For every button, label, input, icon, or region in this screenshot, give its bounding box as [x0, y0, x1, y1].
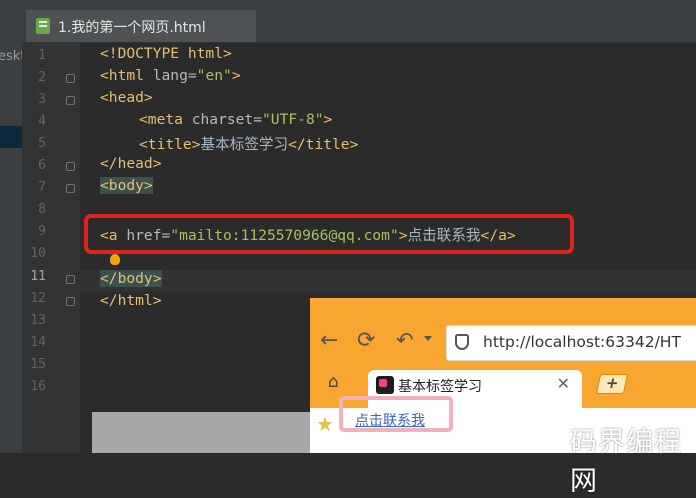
line-number: 1 [38, 48, 46, 63]
attribute-value: "UTF-8" [262, 111, 324, 128]
bookmark-star-icon[interactable]: ★ [316, 412, 334, 436]
tag: > [231, 67, 241, 84]
line-number: 9 [38, 224, 46, 239]
tag: <meta [139, 111, 192, 128]
line-number: 16 [30, 379, 46, 394]
fold-marker-icon[interactable] [66, 96, 75, 105]
body-close-tag: </body> [100, 270, 162, 287]
dropdown-arrow-icon[interactable] [424, 336, 432, 341]
fold-marker-icon[interactable] [66, 184, 75, 193]
close-icon[interactable]: ✕ [557, 374, 570, 393]
link-highlight-box [339, 396, 453, 432]
address-bar[interactable]: http://localhost:63342/HT [446, 325, 696, 361]
code-line-3[interactable]: <head> [100, 89, 153, 106]
line-number: 15 [30, 357, 46, 372]
project-panel-selection[interactable] [0, 126, 22, 148]
editor-tab-bar: 1.我的第一个网页.html [22, 10, 696, 43]
body-open-tag: <body> [100, 177, 153, 194]
background-gray-area [92, 412, 310, 453]
tag: <title> [139, 136, 201, 153]
line-number: 7 [38, 180, 46, 195]
line-number: 5 [38, 136, 46, 151]
shield-icon [455, 334, 469, 350]
title-text: 基本标签学习 [200, 136, 289, 153]
line-number: 6 [38, 158, 46, 173]
html-file-icon [36, 18, 50, 34]
editor-tab-filename: 1.我的第一个网页.html [58, 20, 206, 36]
browser-toolbar: ← ⟳ ↶ http://localhost:63342/HT ⌂ 基本标签学习… [310, 298, 696, 408]
line-number: 10 [30, 246, 46, 261]
attribute: charset= [191, 111, 263, 128]
line-number: 13 [30, 313, 46, 328]
code-line-11[interactable]: </body> [100, 270, 162, 287]
line-number: 3 [38, 92, 46, 107]
browser-tab-title: 基本标签学习 [398, 379, 482, 395]
fold-marker-icon[interactable] [66, 297, 75, 306]
code-line-2[interactable]: <html lang="en"> [100, 67, 241, 84]
line-number: 8 [38, 202, 46, 217]
tag: </title> [288, 136, 359, 153]
undo-icon[interactable]: ↶ [396, 328, 414, 352]
code-line-4[interactable]: <meta charset="UTF-8"> [139, 111, 332, 128]
attribute-value: "en" [196, 67, 232, 84]
project-panel[interactable]: eskt [0, 10, 22, 453]
line-number: 4 [38, 114, 46, 129]
tag: </head> [100, 155, 162, 172]
line-number: 2 [38, 70, 46, 85]
lightbulb-icon[interactable] [110, 254, 120, 265]
refresh-icon[interactable]: ⟳ [357, 328, 375, 353]
tag: </html> [100, 292, 162, 309]
new-tab-button[interactable]: + [595, 374, 629, 394]
watermark: 码界编程网 [570, 427, 682, 497]
address-url: http://localhost:63342/HT [483, 333, 681, 351]
tag: <head> [100, 89, 153, 106]
doctype: <!DOCTYPE html> [100, 45, 232, 62]
code-line-7[interactable]: <body> [100, 177, 153, 194]
current-line-highlight [80, 270, 696, 292]
home-icon[interactable]: ⌂ [328, 372, 339, 392]
line-number-current: 11 [30, 269, 46, 284]
tag: <html [100, 67, 153, 84]
fold-marker-icon[interactable] [66, 162, 75, 171]
code-line-5[interactable]: <title>基本标签学习</title> [139, 133, 358, 154]
window-top-strip [0, 0, 696, 10]
code-highlight-box [84, 214, 574, 254]
back-arrow-icon[interactable]: ← [320, 328, 338, 353]
tag: > [323, 111, 333, 128]
webstorm-favicon-icon [376, 376, 394, 394]
code-line-12[interactable]: </html> [100, 292, 162, 309]
fold-marker-icon[interactable] [66, 275, 75, 284]
editor-tab-html-file[interactable]: 1.我的第一个网页.html [26, 10, 256, 42]
project-panel-fragment: eskt [0, 49, 22, 64]
line-number: 12 [30, 291, 46, 306]
code-line-6[interactable]: </head> [100, 155, 162, 172]
attribute: lang= [152, 67, 197, 84]
fold-marker-icon[interactable] [66, 74, 75, 83]
code-line-1[interactable]: <!DOCTYPE html> [100, 45, 232, 62]
line-number: 14 [30, 335, 46, 350]
